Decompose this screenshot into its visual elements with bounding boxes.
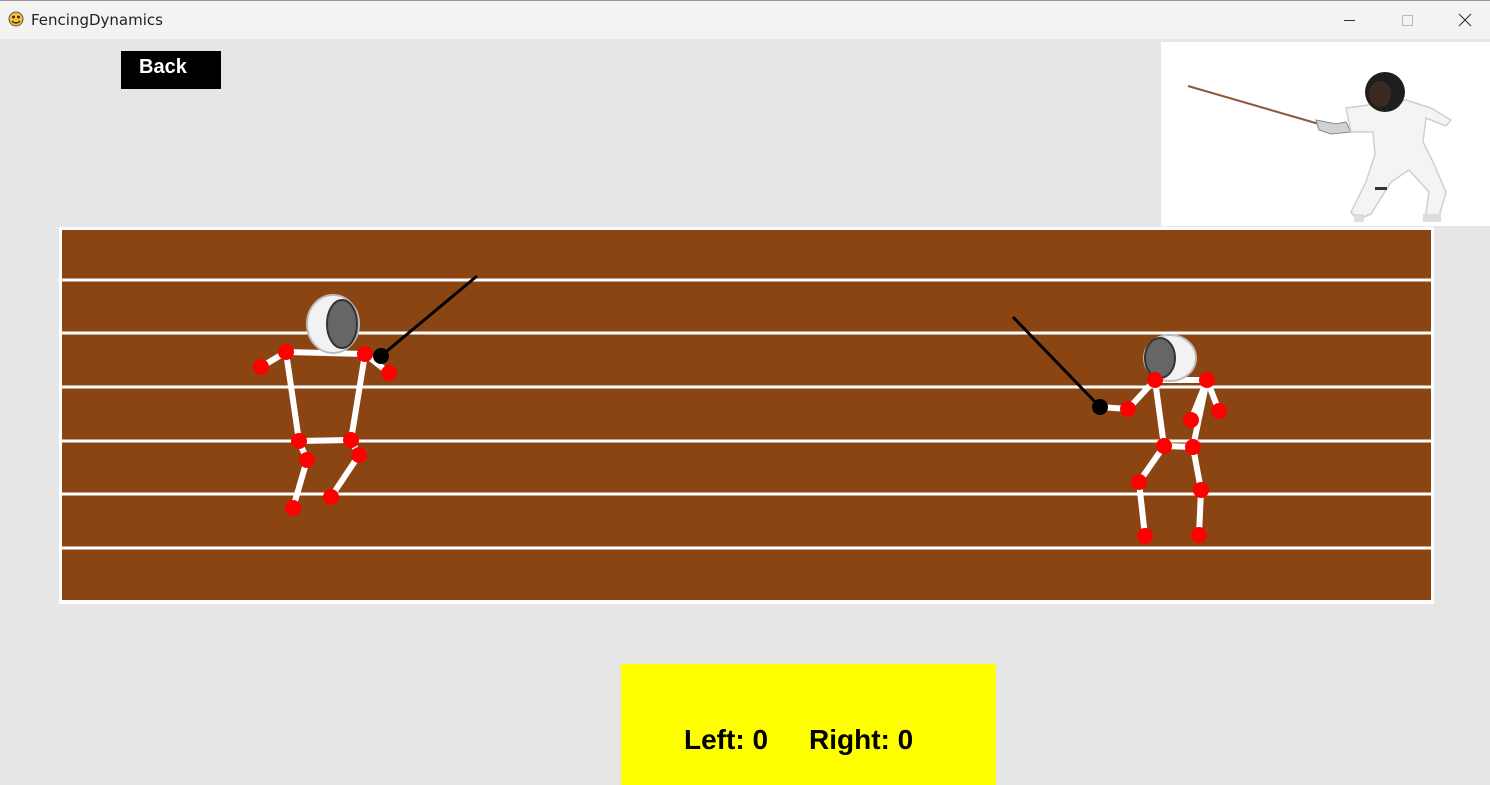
left-score-label: Left: bbox=[684, 724, 745, 755]
left-score: Left: 0 bbox=[684, 724, 768, 756]
left-sword-hand bbox=[373, 348, 389, 364]
piste bbox=[59, 227, 1434, 604]
left-score-value: 0 bbox=[752, 724, 769, 755]
fencer-photo bbox=[1187, 72, 1453, 222]
camera-feed-image bbox=[1161, 42, 1490, 226]
right-score-label: Right: bbox=[809, 724, 890, 755]
left-mask bbox=[306, 294, 360, 354]
right-score-value: 0 bbox=[897, 724, 914, 755]
right-sword-hand bbox=[1092, 399, 1108, 415]
right-score: Right: 0 bbox=[809, 724, 913, 756]
